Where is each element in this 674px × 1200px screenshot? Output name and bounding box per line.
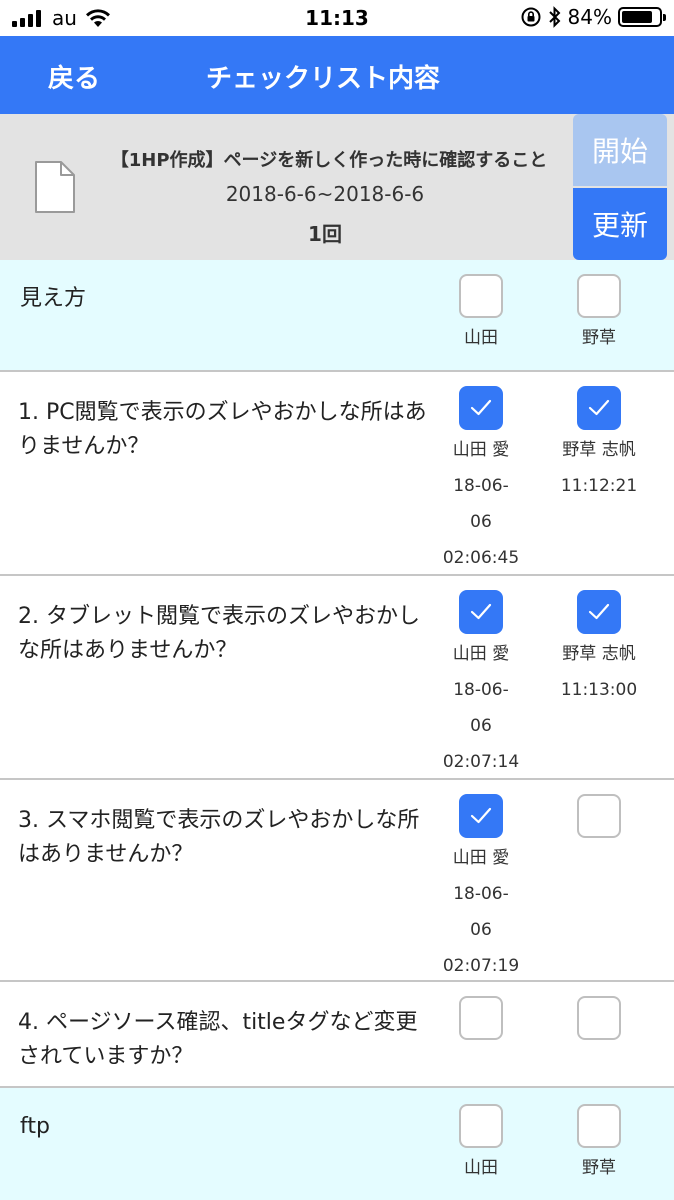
item-checkbox[interactable] — [577, 794, 621, 838]
check-date: 18-06- — [453, 476, 509, 496]
check-info: 山田 愛 18-06- 06 02:07:14 — [426, 636, 536, 780]
check-info: 山田 愛 18-06- 06 02:06:45 — [426, 432, 536, 576]
item-checkbox[interactable] — [577, 996, 621, 1040]
update-button[interactable]: 更新 — [573, 188, 667, 260]
checklist-item: 4. ページソース確認、titleタグなど変更されていますか？ — [0, 982, 674, 1086]
document-icon — [35, 161, 75, 213]
start-button[interactable]: 開始 — [573, 114, 667, 186]
checklist-count: 1回 — [308, 222, 342, 246]
checklist-item: 1. PC閲覧で表示のズレやおかしな所はありませんか？ 山田 愛 18-06- … — [0, 372, 674, 574]
user-name: 山田 — [464, 1158, 498, 1178]
section-header: 見え方 山田 野草 — [0, 260, 674, 370]
check-column: 野草 志帆 11:13:00 — [544, 576, 654, 708]
item-text: 4. ページソース確認、titleタグなど変更されていますか？ — [18, 1010, 418, 1069]
checker-name: 野草 志帆 — [562, 644, 636, 664]
checkmark-icon — [470, 807, 492, 824]
bluetooth-icon — [548, 6, 560, 28]
user-column: 野草 — [544, 1088, 654, 1186]
section-checkbox[interactable] — [459, 274, 503, 318]
checker-name: 山田 愛 — [452, 848, 510, 868]
check-column: 山田 愛 18-06- 06 02:07:19 — [426, 780, 536, 984]
item-checkbox[interactable] — [577, 590, 621, 634]
checkmark-icon — [588, 399, 610, 416]
checklist-period: 2018-6-6~2018-6-6 — [225, 182, 425, 206]
check-column: 山田 愛 18-06- 06 02:07:14 — [426, 576, 536, 780]
item-checkbox[interactable] — [459, 386, 503, 430]
check-date: 06 — [470, 716, 492, 736]
orientation-lock-icon — [521, 7, 541, 27]
item-checkbox[interactable] — [459, 590, 503, 634]
user-name: 野草 — [582, 328, 616, 348]
checklist-item: 2. タブレット閲覧で表示のズレやおかしな所はありませんか？ 山田 愛 18-0… — [0, 576, 674, 778]
back-button[interactable]: 戻る — [48, 58, 100, 95]
checkmark-icon — [470, 399, 492, 416]
page-title: チェックリスト内容 — [206, 64, 441, 94]
battery-level — [622, 11, 652, 23]
item-checkbox[interactable] — [577, 386, 621, 430]
status-right: 84% — [520, 5, 666, 29]
check-date: 06 — [470, 920, 492, 940]
section-checkbox[interactable] — [577, 274, 621, 318]
checker-name: 山田 愛 — [452, 644, 510, 664]
check-column — [426, 982, 536, 1040]
section-checkbox[interactable] — [577, 1104, 621, 1148]
check-time: 11:12:21 — [560, 476, 638, 496]
user-column: 野草 — [544, 260, 654, 356]
section-checkbox[interactable] — [459, 1104, 503, 1148]
check-column: 野草 志帆 11:12:21 — [544, 372, 654, 504]
user-column: 山田 — [426, 260, 536, 356]
section-header: ftp 山田 野草 — [0, 1088, 674, 1200]
check-date: 06 — [470, 512, 492, 532]
item-text: 2. タブレット閲覧で表示のズレやおかしな所はありませんか？ — [18, 604, 420, 663]
check-info: 野草 志帆 11:13:00 — [544, 636, 654, 708]
checker-name: 野草 志帆 — [562, 440, 636, 460]
checklist-title: 【1HP作成】ページを新しく作った時に確認すること — [110, 150, 548, 171]
battery-percentage: 84% — [567, 5, 612, 29]
check-time: 02:07:14 — [442, 752, 520, 772]
status-bar: au 11:13 84% — [0, 0, 674, 36]
check-time: 11:13:00 — [560, 680, 638, 700]
user-name: 野草 — [582, 1158, 616, 1178]
item-text: 3. スマホ閲覧で表示のズレやおかしな所はありませんか？ — [18, 808, 420, 867]
section-label: ftp — [20, 1114, 50, 1139]
check-date: 18-06- — [453, 884, 509, 904]
check-time: 02:06:45 — [442, 548, 520, 568]
battery-icon — [618, 7, 666, 27]
item-checkbox[interactable] — [459, 996, 503, 1040]
check-info: 山田 愛 18-06- 06 02:07:19 — [426, 840, 536, 984]
user-name: 山田 — [464, 328, 498, 348]
checker-name: 山田 愛 — [452, 440, 510, 460]
check-date: 18-06- — [453, 680, 509, 700]
check-time: 02:07:19 — [442, 956, 520, 976]
check-column — [544, 780, 654, 838]
check-column — [544, 982, 654, 1040]
navigation-bar: 戻る チェックリスト内容 — [0, 36, 674, 114]
check-info: 野草 志帆 11:12:21 — [544, 432, 654, 504]
checkmark-icon — [470, 603, 492, 620]
item-text: 1. PC閲覧で表示のズレやおかしな所はありませんか？ — [18, 400, 427, 459]
checkmark-icon — [588, 603, 610, 620]
user-column: 山田 — [426, 1088, 536, 1186]
check-column: 山田 愛 18-06- 06 02:06:45 — [426, 372, 536, 576]
section-label: 見え方 — [20, 286, 87, 311]
item-checkbox[interactable] — [459, 794, 503, 838]
checklist-item: 3. スマホ閲覧で表示のズレやおかしな所はありませんか？ 山田 愛 18-06-… — [0, 780, 674, 980]
